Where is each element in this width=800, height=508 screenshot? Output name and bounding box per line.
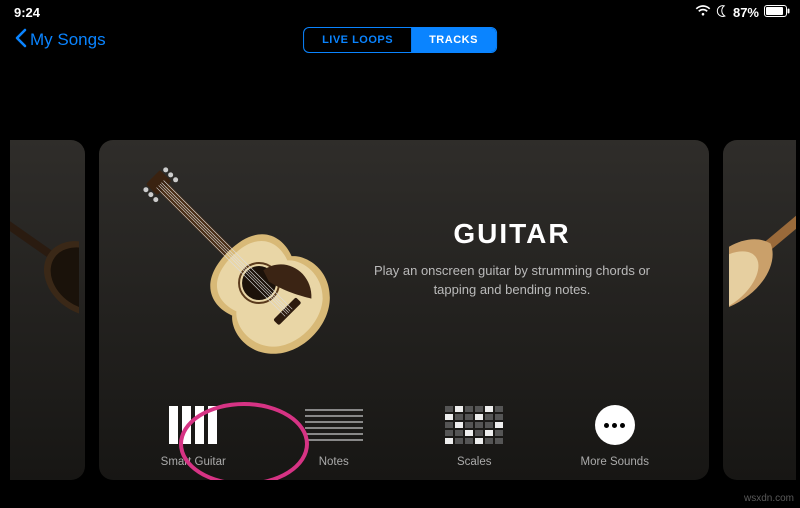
option-label: Scales — [457, 456, 492, 468]
instrument-carousel: GUITAR Play an onscreen guitar by strumm… — [0, 140, 800, 480]
instrument-description: Play an onscreen guitar by strumming cho… — [362, 262, 662, 300]
instrument-card-prev[interactable] — [10, 140, 85, 480]
wifi-icon — [695, 5, 711, 20]
option-notes[interactable]: Notes — [279, 404, 389, 468]
back-button[interactable]: My Songs — [14, 28, 106, 53]
option-row: Smart Guitar Notes Sca — [99, 404, 709, 468]
option-scales[interactable]: Scales — [419, 404, 529, 468]
fretboard-icon — [305, 404, 363, 446]
instrument-card-next[interactable] — [723, 140, 796, 480]
status-bar: 9:24 87% — [0, 0, 800, 20]
chord-strips-icon — [164, 404, 222, 446]
option-label: More Sounds — [581, 456, 649, 468]
segment-live-loops[interactable]: LIVE LOOPS — [304, 28, 411, 52]
option-label: Smart Guitar — [161, 456, 226, 468]
more-icon — [586, 404, 644, 446]
instrument-title: GUITAR — [351, 218, 673, 250]
chevron-left-icon — [14, 28, 28, 53]
option-label: Notes — [319, 456, 349, 468]
nav-bar: My Songs LIVE LOOPS TRACKS — [0, 20, 800, 64]
status-right: 87% — [695, 5, 790, 20]
watermark: wsxdn.com — [744, 493, 794, 504]
pipa-icon — [729, 150, 796, 355]
option-more-sounds[interactable]: More Sounds — [560, 404, 670, 468]
option-smart-guitar[interactable]: Smart Guitar — [138, 404, 248, 468]
instrument-card-guitar: GUITAR Play an onscreen guitar by strumm… — [99, 140, 709, 480]
scales-icon — [445, 404, 503, 446]
segment-tracks[interactable]: TRACKS — [411, 28, 496, 52]
dnd-icon — [716, 5, 728, 20]
battery-icon — [764, 5, 790, 20]
view-segment: LIVE LOOPS TRACKS — [303, 27, 497, 53]
status-time: 9:24 — [14, 5, 40, 20]
back-label: My Songs — [30, 30, 106, 50]
guitar-icon — [135, 159, 335, 359]
bass-icon — [10, 150, 79, 355]
battery-pct: 87% — [733, 5, 759, 20]
